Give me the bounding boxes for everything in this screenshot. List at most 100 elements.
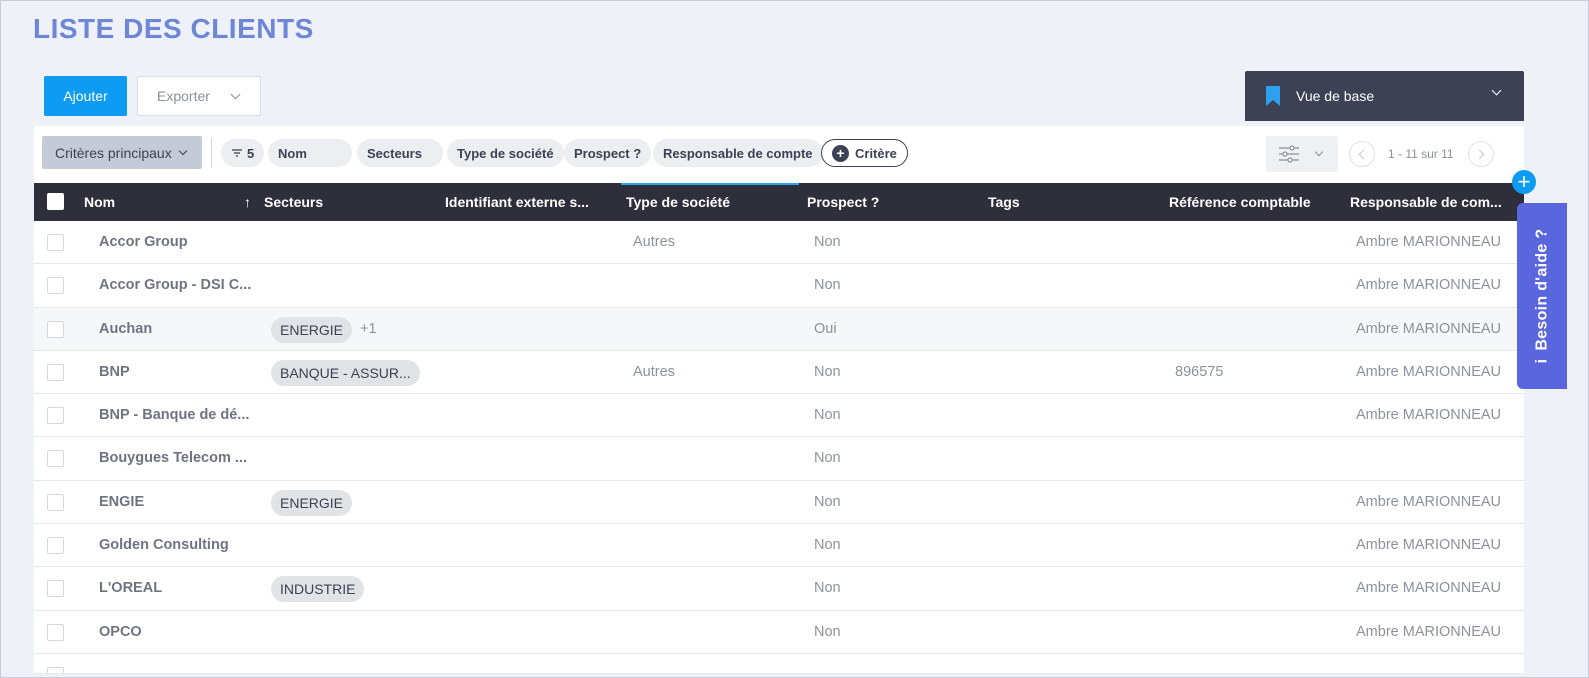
divider: [211, 138, 212, 168]
sector-tag: INDUSTRIE: [271, 576, 365, 603]
row-checkbox[interactable]: [47, 666, 64, 673]
row-checkbox[interactable]: [47, 363, 64, 381]
chevron-down-icon: [178, 146, 187, 155]
column-header-responsable[interactable]: Responsable de com...: [1350, 194, 1502, 210]
table-header: Nom ↑ Secteurs Identifiant externe s... …: [34, 183, 1524, 221]
chevron-down-icon: [1314, 147, 1324, 157]
export-label: Exporter: [157, 88, 210, 104]
cell-type-societe: Autres: [633, 234, 675, 250]
table-row[interactable]: L'OREAL INDUSTRIE Non Ambre MARIONNEAU: [34, 567, 1524, 611]
pagination-info: 1 - 11 sur 11: [1388, 147, 1454, 161]
cell-nom[interactable]: BNP - Banque de dé...: [99, 407, 249, 423]
cell-prospect: Non: [814, 450, 841, 467]
filter-count-pill[interactable]: 5: [221, 139, 265, 167]
table-row[interactable]: BNP - Banque de dé... Non Ambre MARIONNEAU: [34, 394, 1524, 438]
cell-prospect: Non: [814, 537, 841, 554]
row-checkbox[interactable]: [47, 320, 64, 338]
table-row[interactable]: Bouygues Telecom ... Non: [34, 437, 1524, 481]
filter-pill-type-societe[interactable]: Type de société: [447, 139, 564, 167]
add-criteria-button[interactable]: + Critère: [821, 139, 908, 167]
row-checkbox[interactable]: [47, 493, 64, 511]
sector-tag: BANQUE - ASSUR...: [271, 359, 420, 386]
row-checkbox[interactable]: [47, 234, 64, 251]
cell-prospect: Non: [814, 363, 841, 380]
cell-nom[interactable]: ENGIE: [99, 494, 144, 510]
column-header-identifiant[interactable]: Identifiant externe s...: [445, 194, 589, 210]
cell-responsable: Ambre MARIONNEAU: [1356, 493, 1502, 510]
table-row[interactable]: BNP BANQUE - ASSUR... Autres Non 896575 Ambre…: [34, 350, 1524, 395]
chevron-left-icon: [1358, 149, 1369, 159]
cell-responsable: Ambre MARIONNEAU: [1356, 623, 1502, 640]
table-row[interactable]: OPCO Non Ambre MARIONNEAU: [34, 610, 1524, 654]
cell-prospect: Non: [814, 234, 841, 250]
chevron-down-icon: [230, 89, 241, 99]
column-header-secteurs[interactable]: Secteurs: [264, 194, 323, 210]
add-button[interactable]: Ajouter: [44, 76, 127, 116]
page-title: LISTE DES CLIENTS: [33, 13, 314, 44]
cell-prospect: Non: [814, 277, 841, 294]
prev-page-button[interactable]: [1349, 141, 1375, 167]
table-body: Accor Group Autres Non Ambre MARIONNEAU Acco…: [34, 221, 1524, 654]
cell-responsable: Ambre MARIONNEAU: [1356, 234, 1502, 250]
cell-prospect: Non: [814, 407, 841, 424]
filter-icon: [232, 149, 242, 157]
cell-responsable: Ambre MARIONNEAU: [1356, 320, 1502, 337]
cell-nom[interactable]: OPCO: [99, 624, 142, 640]
export-dropdown[interactable]: Exporter: [137, 76, 261, 116]
filter-pill-nom[interactable]: Nom: [268, 139, 352, 167]
table-row[interactable]: Accor Group Autres Non Ambre MARIONNEAU: [34, 221, 1524, 265]
sliders-icon: [1279, 145, 1299, 163]
clients-table: Nom ↑ Secteurs Identifiant externe s... …: [34, 183, 1524, 674]
cell-nom[interactable]: Golden Consulting: [99, 537, 229, 553]
bookmark-icon: [1266, 86, 1280, 106]
sector-tag: ENERGIE: [271, 489, 353, 516]
column-header-type-societe[interactable]: Type de société: [626, 194, 730, 210]
cell-nom[interactable]: Accor Group - DSI C...: [99, 277, 251, 293]
column-header-tags[interactable]: Tags: [988, 194, 1020, 210]
sector-more-count[interactable]: +1: [360, 321, 377, 337]
main-criteria-dropdown[interactable]: Critères principaux: [42, 136, 202, 169]
column-header-nom[interactable]: Nom: [84, 194, 115, 210]
row-checkbox[interactable]: [47, 450, 64, 468]
table-row[interactable]: ENGIE ENERGIE Non Ambre MARIONNEAU: [34, 480, 1524, 525]
sort-asc-icon[interactable]: ↑: [244, 194, 251, 210]
column-settings-button[interactable]: [1266, 136, 1338, 172]
main-criteria-label: Critères principaux: [55, 144, 172, 161]
column-header-reference[interactable]: Référence comptable: [1169, 194, 1311, 210]
filter-pill-responsable[interactable]: Responsable de compte: [653, 139, 823, 167]
info-icon: i: [1533, 358, 1551, 364]
row-checkbox[interactable]: [47, 537, 64, 555]
table-row[interactable]: [34, 653, 1524, 674]
table-row[interactable]: Auchan ENERGIE +1 Oui Ambre MARIONNEAU: [34, 307, 1524, 351]
cell-nom[interactable]: Bouygues Telecom ...: [99, 450, 247, 466]
chevron-right-icon: [1474, 149, 1485, 159]
row-checkbox[interactable]: [47, 407, 64, 425]
cell-nom[interactable]: Accor Group: [99, 234, 188, 250]
cell-type-societe: Autres: [633, 363, 675, 380]
sector-tag: ENERGIE: [271, 316, 353, 343]
table-row[interactable]: Golden Consulting Non Ambre MARIONNEAU: [34, 524, 1524, 568]
row-checkbox[interactable]: [47, 277, 64, 295]
row-checkbox[interactable]: [47, 623, 64, 641]
add-column-button[interactable]: +: [1512, 170, 1536, 194]
row-checkbox[interactable]: [47, 580, 64, 598]
plus-circle-icon: +: [832, 144, 849, 162]
add-criteria-label: Critère: [855, 145, 897, 161]
cell-prospect: Non: [814, 493, 841, 510]
cell-responsable: Ambre MARIONNEAU: [1356, 580, 1502, 597]
cell-prospect: Non: [814, 623, 841, 640]
column-header-prospect[interactable]: Prospect ?: [807, 194, 879, 210]
cell-responsable: Ambre MARIONNEAU: [1356, 537, 1502, 554]
cell-nom[interactable]: BNP: [99, 364, 130, 380]
filter-pill-prospect[interactable]: Prospect ?: [564, 139, 652, 167]
cell-nom[interactable]: L'OREAL: [99, 580, 162, 596]
cell-responsable: Ambre MARIONNEAU: [1356, 407, 1502, 424]
filter-bar: Critères principaux 5 Nom Secteurs Type …: [34, 126, 1524, 183]
filter-pill-secteurs[interactable]: Secteurs: [357, 139, 443, 167]
table-row[interactable]: Accor Group - DSI C... Non Ambre MARIONNEA…: [34, 264, 1524, 308]
cell-nom[interactable]: Auchan: [99, 321, 152, 337]
view-selector[interactable]: Vue de base: [1245, 71, 1524, 121]
select-all-checkbox[interactable]: [47, 193, 64, 210]
help-button[interactable]: i Besoin d'aide ?: [1517, 203, 1567, 389]
next-page-button[interactable]: [1468, 141, 1494, 167]
